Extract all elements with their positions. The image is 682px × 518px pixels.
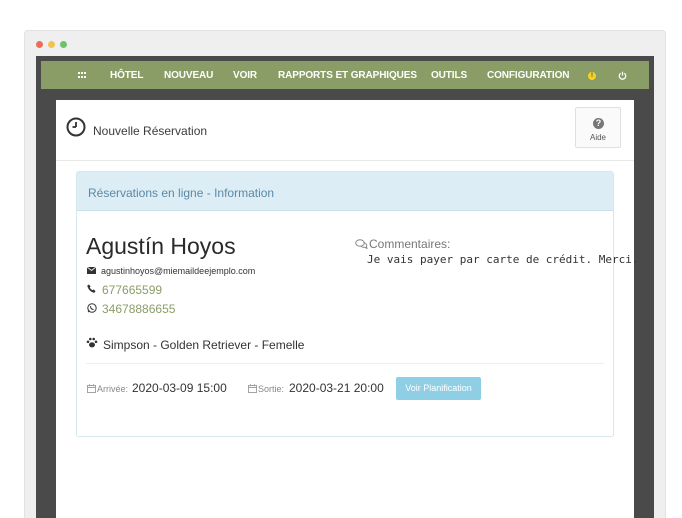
view-planning-button[interactable]: Voir Planification [396,377,481,400]
phone-icon [87,284,96,293]
divider [86,363,604,364]
alert-icon[interactable]: ! [588,72,596,80]
top-navbar: HÔTEL NOUVEAU VOIR RAPPORTS ET GRAPHIQUE… [41,61,649,89]
guest-name: Agustín Hoyos [86,233,236,259]
paw-icon [86,337,98,348]
departure-label: Sortie: [258,384,285,394]
calendar-icon [87,384,96,393]
nav-voir[interactable]: VOIR [233,70,257,81]
comments-label: Commentaires: [369,237,451,251]
nav-outils[interactable]: OUTILS [431,70,467,81]
page-header: Nouvelle Réservation ? Aide [56,100,634,161]
guest-email[interactable]: agustinhoyos@miemaildeejemplo.com [101,266,255,276]
calendar-icon [248,384,257,393]
comments-icon [355,239,368,249]
guest-phone[interactable]: 677665599 [102,283,162,297]
grid-menu-icon[interactable] [78,72,87,79]
pet-info: Simpson - Golden Retriever - Femelle [103,338,305,352]
nav-rapports[interactable]: RAPPORTS ET GRAPHIQUES [278,70,417,81]
arrival-value: 2020-03-09 15:00 [132,381,227,395]
envelope-icon [87,267,96,274]
panel-title: Réservations en ligne - Information [88,186,275,200]
help-label: Aide [589,133,606,142]
guest-whatsapp[interactable]: 34678886655 [102,302,175,316]
minimize-dot[interactable] [48,41,55,48]
arrival-label: Arrivée: [97,384,129,394]
help-button[interactable]: ? Aide [575,107,621,148]
window-controls [36,41,67,48]
clock-icon [66,117,86,137]
power-icon[interactable] [618,71,627,80]
maximize-dot[interactable] [60,41,67,48]
close-dot[interactable] [36,41,43,48]
nav-configuration[interactable]: CONFIGURATION [487,70,570,81]
comments-text: Je vais payer par carte de crédit. Merci… [367,253,639,266]
departure-value: 2020-03-21 20:00 [289,381,384,395]
question-icon: ? [593,118,604,129]
nav-nouveau[interactable]: NOUVEAU [164,70,213,81]
page-title: Nouvelle Réservation [93,124,208,138]
whatsapp-icon [87,303,97,313]
panel-header: Réservations en ligne - Information [77,172,613,211]
nav-hotel[interactable]: HÔTEL [110,70,143,81]
